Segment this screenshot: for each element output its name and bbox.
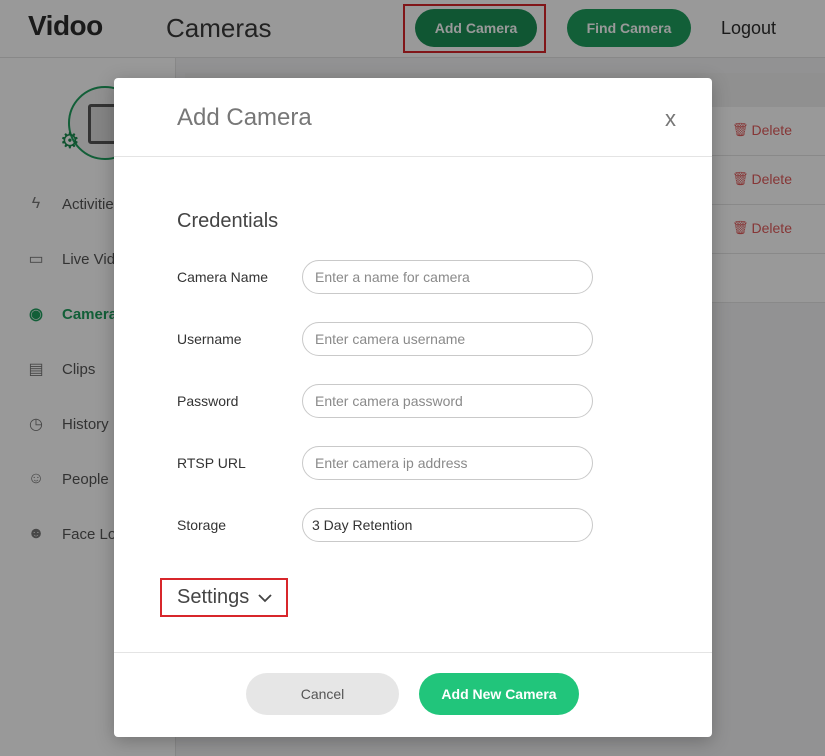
cancel-button[interactable]: Cancel	[246, 673, 399, 715]
credentials-heading: Credentials	[177, 210, 279, 232]
add-new-camera-button[interactable]: Add New Camera	[419, 673, 579, 715]
rtsp-url-label: RTSP URL	[177, 455, 246, 471]
rtsp-url-input[interactable]	[302, 446, 593, 480]
add-camera-modal: Add Camera x Credentials Camera Name Use…	[114, 78, 712, 737]
storage-label: Storage	[177, 517, 227, 533]
highlight-box-settings	[160, 578, 288, 617]
storage-select[interactable]	[302, 508, 593, 542]
divider	[114, 156, 712, 157]
password-input[interactable]	[302, 384, 593, 418]
password-label: Password	[177, 393, 239, 409]
close-icon[interactable]: x	[665, 106, 676, 132]
camera-name-input[interactable]	[302, 260, 593, 294]
divider	[114, 652, 712, 653]
camera-name-label: Camera Name	[177, 269, 269, 285]
modal-title: Add Camera	[177, 104, 312, 131]
username-label: Username	[177, 331, 242, 347]
username-input[interactable]	[302, 322, 593, 356]
